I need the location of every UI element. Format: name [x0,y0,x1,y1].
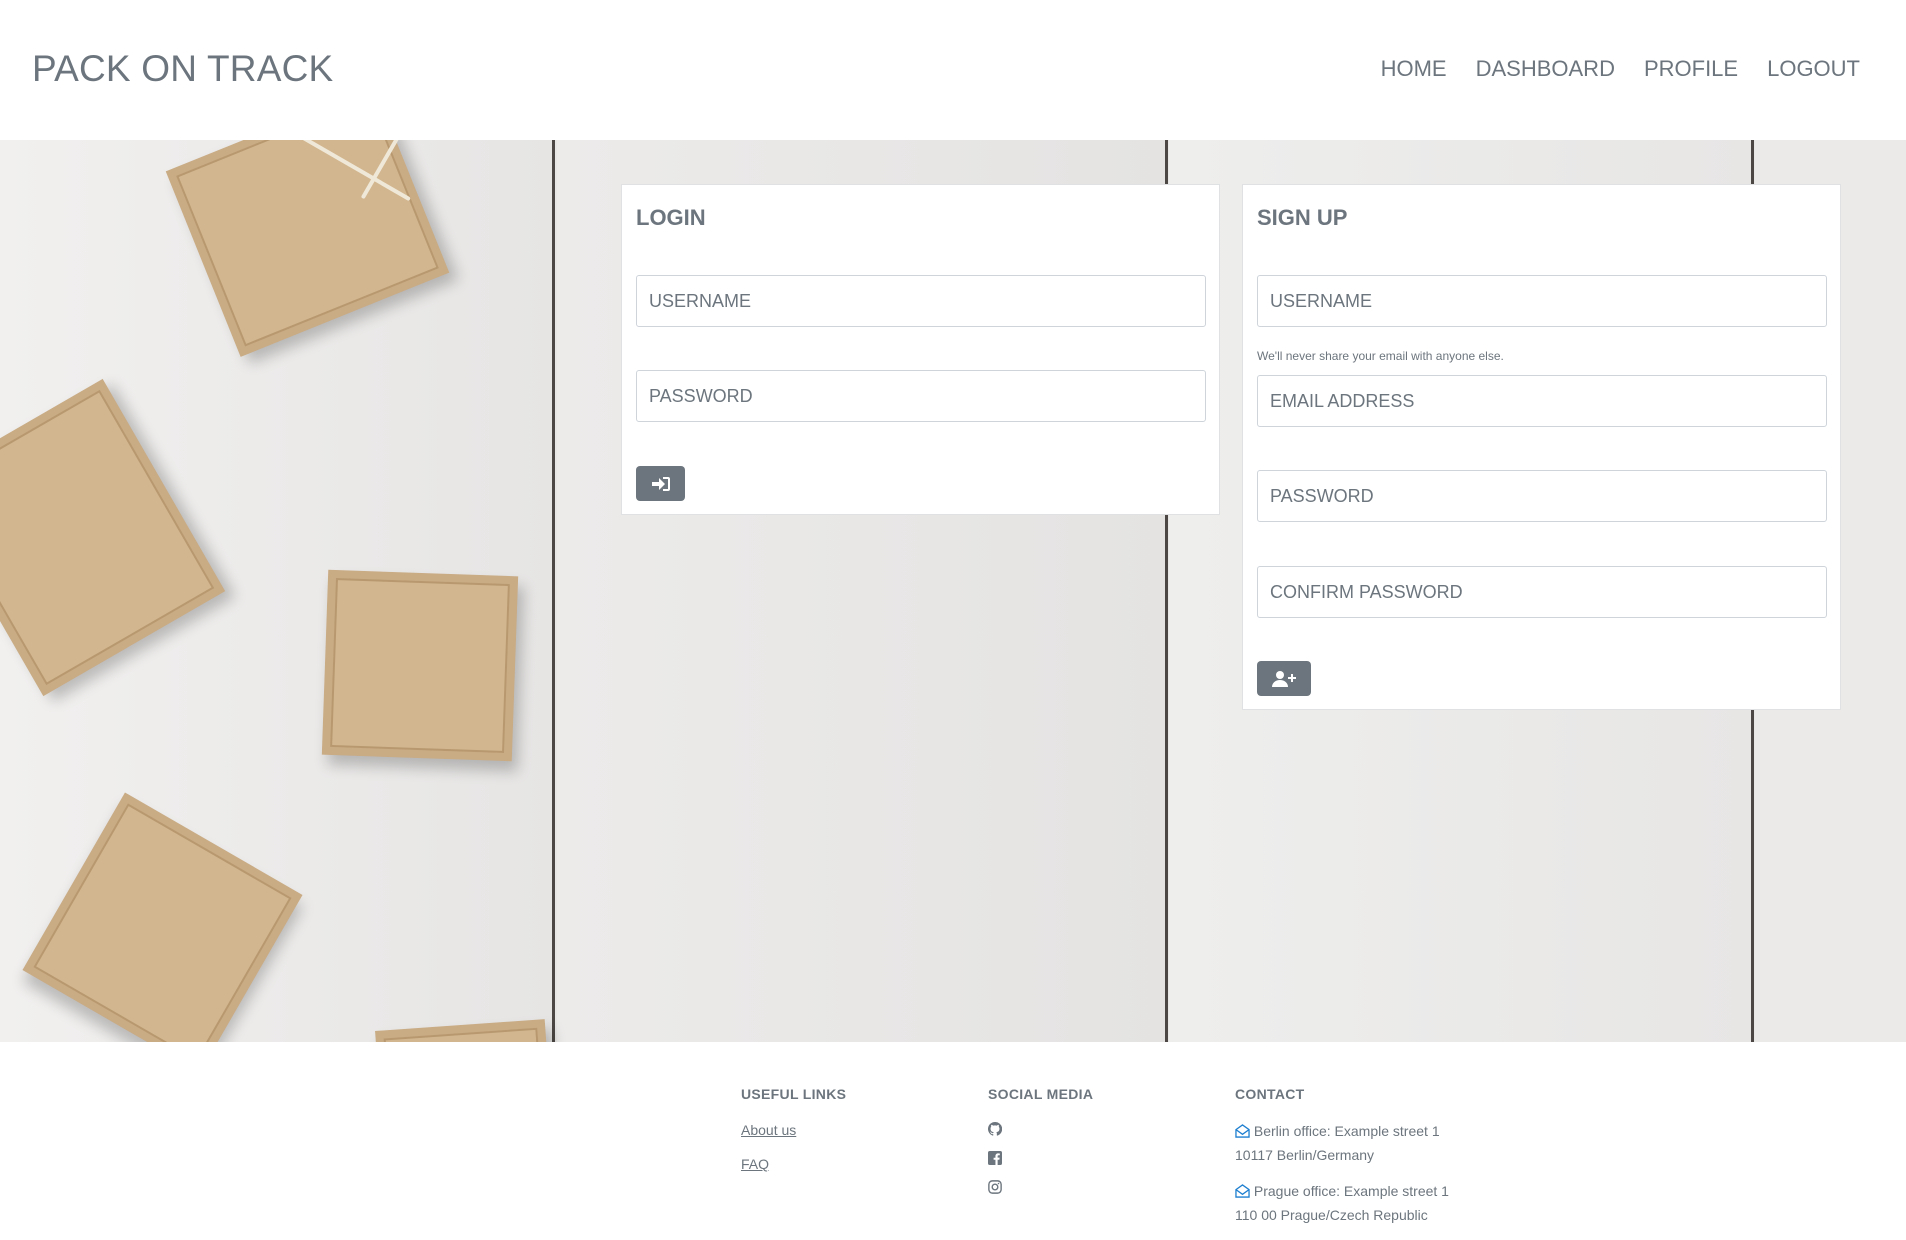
envelope-open-icon [1235,1122,1250,1144]
login-title: LOGIN [636,205,706,230]
envelope-open-icon [1235,1182,1250,1204]
box-image [321,569,519,762]
user-plus-icon [1272,670,1296,687]
contact-heading: CONTACT [1235,1086,1305,1102]
signup-password-input[interactable] [1257,470,1827,522]
login-username-input[interactable] [636,275,1206,327]
nav-profile[interactable]: PROFILE [1644,56,1738,82]
instagram-icon[interactable] [988,1180,1002,1194]
signup-confirm-password-input[interactable] [1257,566,1827,618]
office-address: Berlin office: Example street 1 10117 Be… [1235,1120,1449,1166]
nav-dashboard[interactable]: DASHBOARD [1476,56,1615,82]
signup-email-input[interactable] [1257,375,1827,427]
office-line-1: Berlin office: Example street 1 [1253,1123,1440,1139]
login-button[interactable] [636,466,685,501]
email-hint: We'll never share your email with anyone… [1257,349,1504,363]
signup-username-input[interactable] [1257,275,1827,327]
faq-link[interactable]: FAQ [741,1156,846,1172]
about-us-link[interactable]: About us [741,1122,846,1138]
footer: USEFUL LINKS About us FAQ SOCIAL MEDIA C… [0,1042,1906,1240]
nav-logout[interactable]: LOGOUT [1767,56,1860,82]
office-address: Prague office: Example street 1 110 00 P… [1235,1180,1449,1226]
plank-gap [552,140,555,1042]
useful-links-heading: USEFUL LINKS [741,1086,847,1102]
nav-home[interactable]: HOME [1381,56,1447,82]
office-line-2: 10117 Berlin/Germany [1235,1147,1375,1163]
login-card: LOGIN [621,184,1220,515]
office-line-2: 110 00 Prague/Czech Republic [1235,1207,1428,1223]
main-nav: HOME DASHBOARD PROFILE LOGOUT [1381,56,1860,82]
brand-logo[interactable]: PACK ON TRACK [32,48,333,90]
signup-card: SIGN UP We'll never share your email wit… [1242,184,1841,710]
useful-links-section: USEFUL LINKS About us FAQ [741,1086,846,1172]
navbar: PACK ON TRACK HOME DASHBOARD PROFILE LOG… [0,0,1906,140]
facebook-icon[interactable] [988,1151,1002,1165]
office-line-1: Prague office: Example street 1 [1253,1183,1449,1199]
login-password-input[interactable] [636,370,1206,422]
signup-title: SIGN UP [1257,205,1348,230]
sign-in-icon [651,476,670,491]
contact-section: CONTACT Berlin office: Example street 1 … [1235,1086,1449,1226]
signup-button[interactable] [1257,661,1311,696]
github-icon[interactable] [987,1121,1003,1136]
social-media-heading: SOCIAL MEDIA [988,1086,1094,1102]
social-media-section: SOCIAL MEDIA [987,1086,1094,1194]
